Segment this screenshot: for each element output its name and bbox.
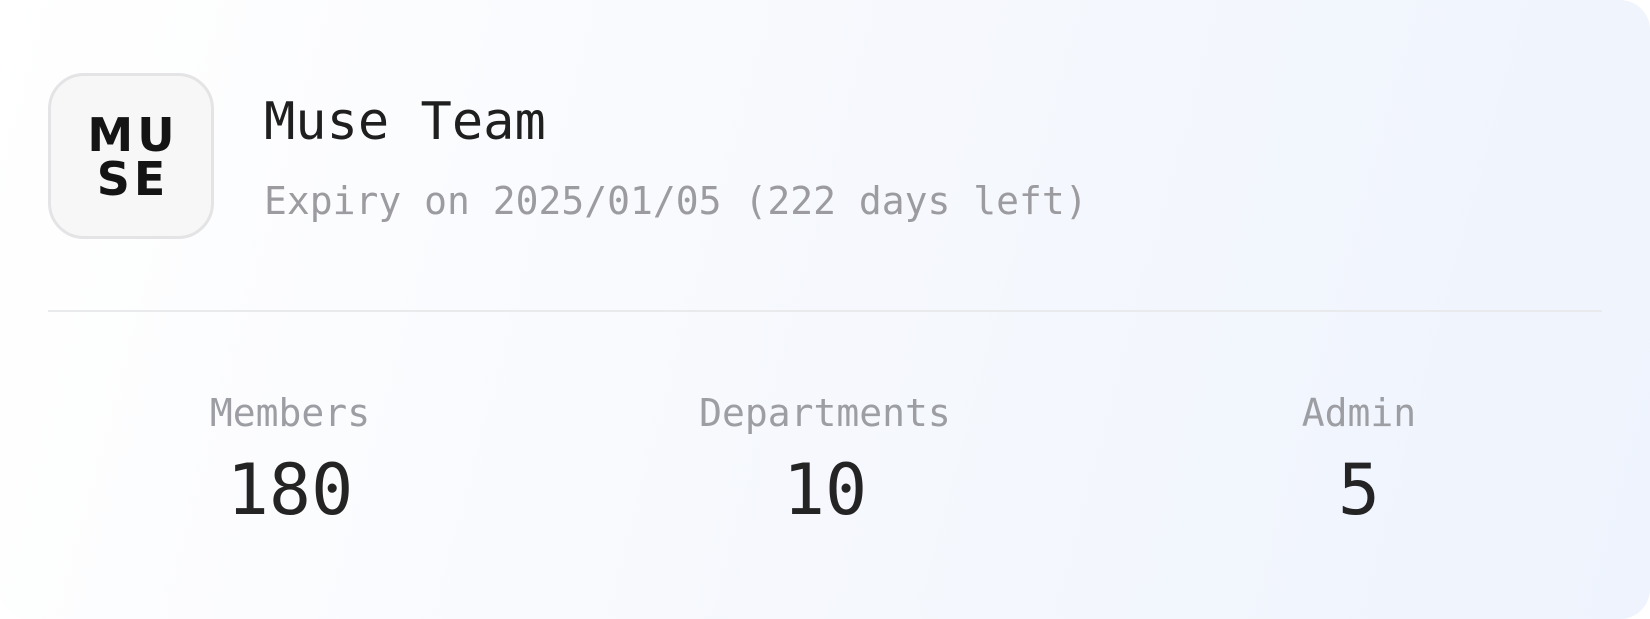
team-card: MU SE Muse Team Expiry on 2025/01/05 (22… — [0, 0, 1650, 619]
stat-members-value: 180 — [226, 449, 354, 531]
expiry-text: Expiry on 2025/01/05 (222 days left) — [264, 179, 1088, 223]
stat-admin-label: Admin — [1301, 391, 1417, 435]
stat-admin-value: 5 — [1337, 449, 1381, 531]
team-logo: MU SE — [48, 73, 214, 239]
stat-departments-value: 10 — [782, 449, 868, 531]
logo-text-line-2: SE — [96, 152, 170, 206]
divider — [48, 310, 1602, 312]
stat-admin: Admin 5 — [1139, 388, 1579, 528]
stat-departments-label: Departments — [699, 391, 951, 435]
stat-members-label: Members — [209, 391, 371, 435]
stat-departments: Departments 10 — [605, 388, 1045, 528]
stat-members: Members 180 — [70, 388, 510, 528]
team-name: Muse Team — [264, 92, 546, 152]
